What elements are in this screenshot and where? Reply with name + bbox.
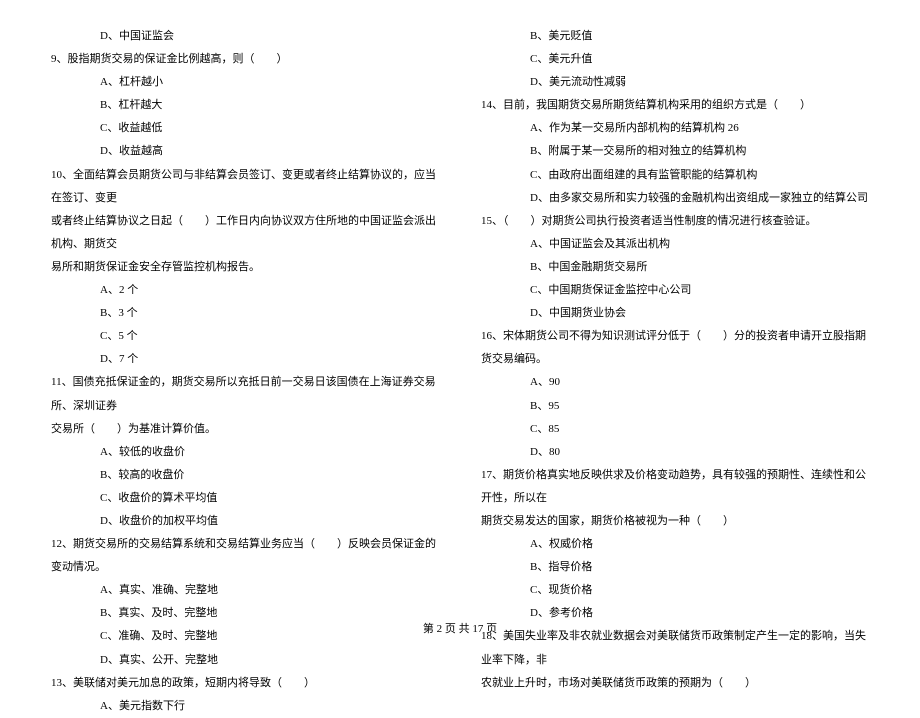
q14-option-a: A、作为某一交易所内部机构的结算机构 26 <box>475 117 875 140</box>
q17-option-c: C、现货价格 <box>475 579 875 602</box>
q14-option-c: C、由政府出面组建的具有监管职能的结算机构 <box>475 164 875 187</box>
q11-option-c: C、收盘价的算术平均值 <box>45 487 445 510</box>
q10-line1: 10、全面结算会员期货公司与非结算会员签订、变更或者终止结算协议的，应当在签订、… <box>45 164 445 210</box>
q17-line1: 17、期货价格真实地反映供求及价格变动趋势，具有较强的预期性、连续性和公开性，所… <box>475 464 875 510</box>
page-footer: 第 2 页 共 17 页 <box>0 620 920 636</box>
q10-line2: 或者终止结算协议之日起（ ）工作日内向协议双方住所地的中国证监会派出机构、期货交 <box>45 210 445 256</box>
q11-line2: 交易所（ ）为基准计算价值。 <box>45 418 445 441</box>
q9-option-c: C、收益越低 <box>45 117 445 140</box>
q15-option-b: B、中国金融期货交易所 <box>475 256 875 279</box>
q13-option-c: C、美元升值 <box>475 48 875 71</box>
q15: 15、（ ）对期货公司执行投资者适当性制度的情况进行核查验证。 <box>475 210 875 233</box>
q16-option-d: D、80 <box>475 441 875 464</box>
q17-option-b: B、指导价格 <box>475 556 875 579</box>
q15-option-d: D、中国期货业协会 <box>475 302 875 325</box>
q9-option-b: B、杠杆越大 <box>45 94 445 117</box>
q12-option-a: A、真实、准确、完整地 <box>45 579 445 602</box>
exam-page: D、中国证监会 9、股指期货交易的保证金比例越高，则（ ） A、杠杆越小 B、杠… <box>0 0 920 718</box>
q9-option-d: D、收益越高 <box>45 140 445 163</box>
left-column: D、中国证监会 9、股指期货交易的保证金比例越高，则（ ） A、杠杆越小 B、杠… <box>45 25 445 718</box>
q12-option-d: D、真实、公开、完整地 <box>45 649 445 672</box>
q10-option-b: B、3 个 <box>45 302 445 325</box>
q14-option-d: D、由多家交易所和实力较强的金融机构出资组成一家独立的结算公司 <box>475 187 875 210</box>
q13-option-b: B、美元贬值 <box>475 25 875 48</box>
q17-line2: 期货交易发达的国家，期货价格被视为一种（ ） <box>475 510 875 533</box>
q11-option-b: B、较高的收盘价 <box>45 464 445 487</box>
q18-line2: 农就业上升时，市场对美联储货币政策的预期为（ ） <box>475 672 875 695</box>
q15-option-a: A、中国证监会及其派出机构 <box>475 233 875 256</box>
q12: 12、期货交易所的交易结算系统和交易结算业务应当（ ）反映会员保证金的变动情况。 <box>45 533 445 579</box>
q17-option-a: A、权威价格 <box>475 533 875 556</box>
q9-option-a: A、杠杆越小 <box>45 71 445 94</box>
q10-option-c: C、5 个 <box>45 325 445 348</box>
q16-option-a: A、90 <box>475 371 875 394</box>
q10-option-d: D、7 个 <box>45 348 445 371</box>
q14: 14、目前，我国期货交易所期货结算机构采用的组织方式是（ ） <box>475 94 875 117</box>
q11-line1: 11、国债充抵保证金的，期货交易所以充抵日前一交易日该国债在上海证券交易所、深圳… <box>45 371 445 417</box>
q13-option-a: A、美元指数下行 <box>45 695 445 718</box>
q13: 13、美联储对美元加息的政策，短期内将导致（ ） <box>45 672 445 695</box>
q9: 9、股指期货交易的保证金比例越高，则（ ） <box>45 48 445 71</box>
q15-option-c: C、中国期货保证金监控中心公司 <box>475 279 875 302</box>
q10-option-a: A、2 个 <box>45 279 445 302</box>
q13-option-d: D、美元流动性减弱 <box>475 71 875 94</box>
q8-option-d: D、中国证监会 <box>45 25 445 48</box>
q11-option-a: A、较低的收盘价 <box>45 441 445 464</box>
q16-option-c: C、85 <box>475 418 875 441</box>
q11-option-d: D、收盘价的加权平均值 <box>45 510 445 533</box>
q14-option-b: B、附属于某一交易所的相对独立的结算机构 <box>475 140 875 163</box>
q16: 16、宋体期货公司不得为知识测试评分低于（ ）分的投资者申请开立股指期货交易编码… <box>475 325 875 371</box>
q16-option-b: B、95 <box>475 395 875 418</box>
right-column: B、美元贬值 C、美元升值 D、美元流动性减弱 14、目前，我国期货交易所期货结… <box>475 25 875 718</box>
q10-line3: 易所和期货保证金安全存管监控机构报告。 <box>45 256 445 279</box>
